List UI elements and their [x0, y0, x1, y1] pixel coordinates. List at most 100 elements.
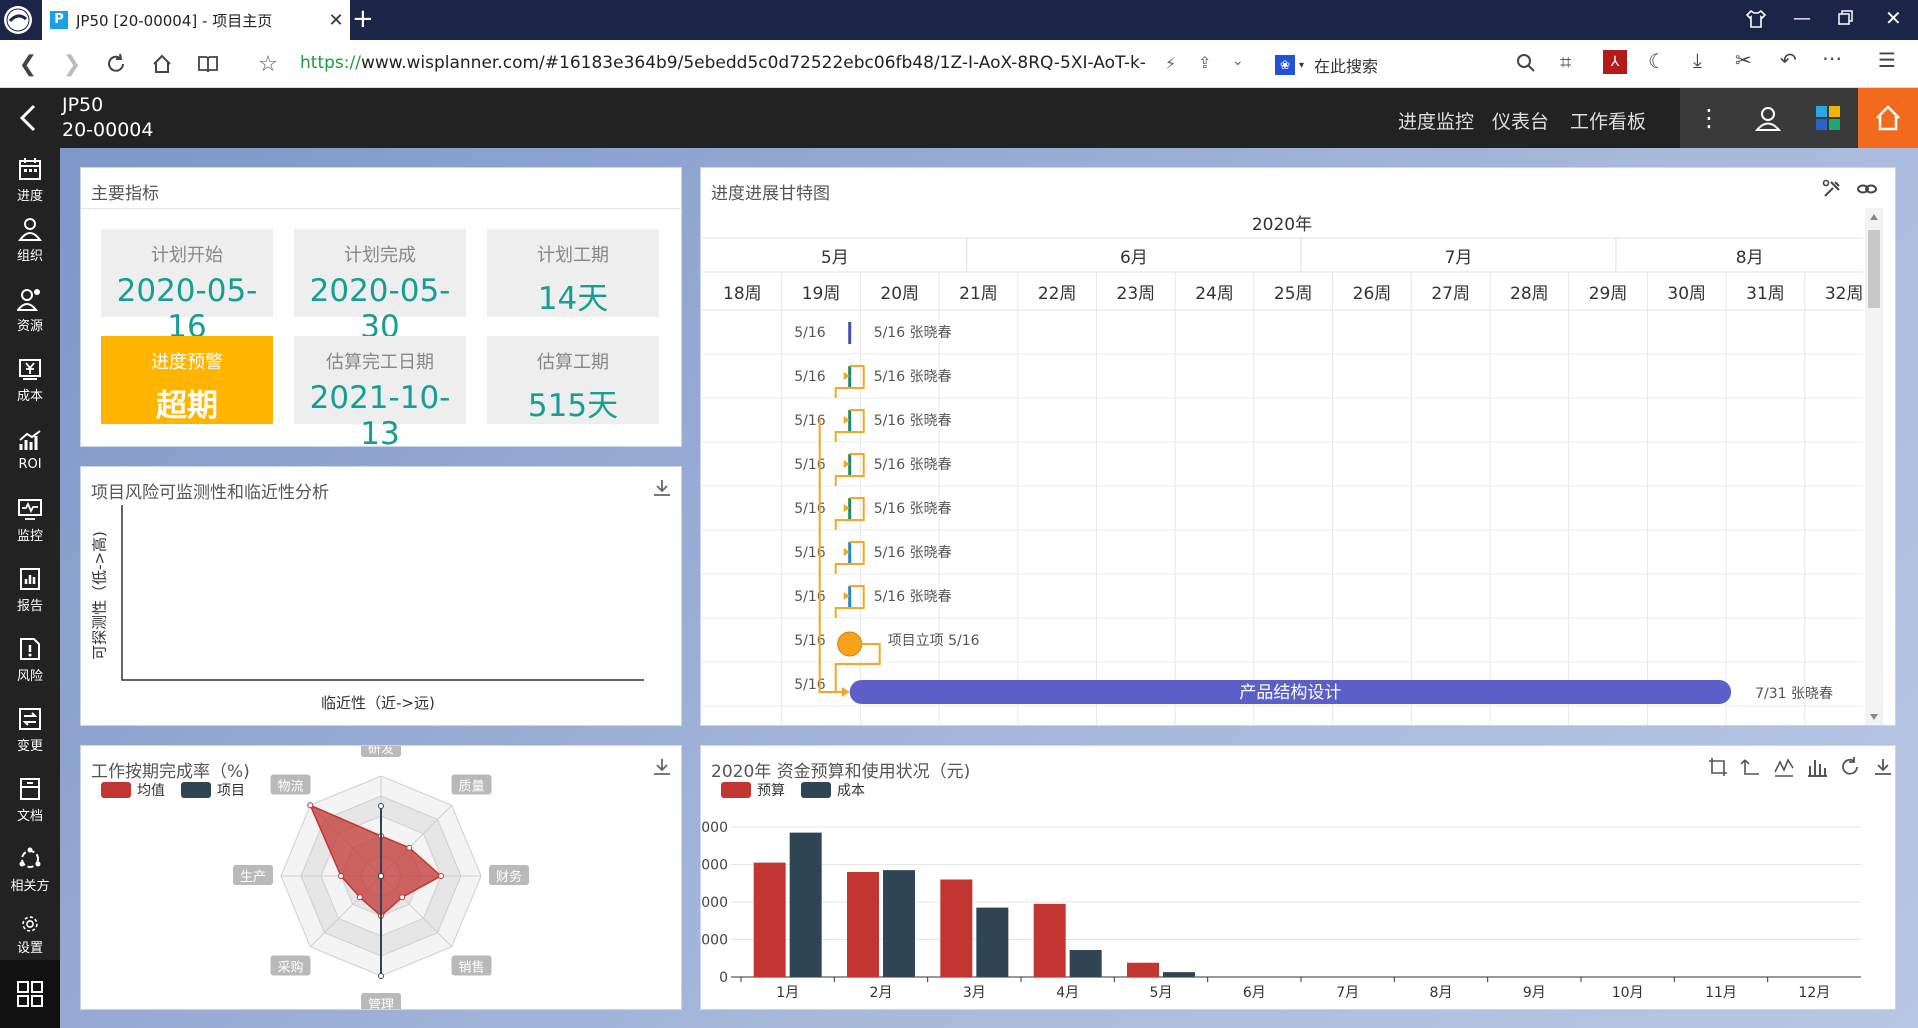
sidebar-item-cost[interactable]: 成本	[0, 350, 60, 410]
gantt-month-label: 6月	[1120, 248, 1148, 268]
back-icon[interactable]: ❮	[12, 48, 44, 80]
budget-bar	[940, 879, 973, 977]
radar-point	[399, 894, 406, 901]
calendar-icon	[19, 158, 41, 180]
gantt-week-label: 32周	[1825, 284, 1864, 304]
sidebar-item-report[interactable]: 报告	[0, 560, 60, 620]
sidebar-item-label: 相关方	[10, 879, 50, 894]
budget-x-label: 9月	[1523, 985, 1546, 1001]
budget-bar	[753, 862, 786, 977]
sidebar-item-monitor[interactable]: 监控	[0, 490, 60, 550]
undo-icon[interactable]: ↶	[1780, 48, 1797, 72]
sidebar-item-org[interactable]: 组织	[0, 210, 60, 270]
restore-icon[interactable]	[1838, 10, 1854, 26]
search-icon[interactable]	[1515, 52, 1537, 74]
gantt-end-date: 5/16 张晓春	[874, 589, 952, 605]
download-icon[interactable]: ⤓	[1693, 48, 1702, 72]
sidebar-item-resource[interactable]: 资源	[0, 280, 60, 340]
report-icon	[20, 568, 40, 590]
kpi-planned-start: 计划开始 2020-05-16	[101, 229, 273, 345]
radar-point	[378, 973, 384, 979]
tools-icon[interactable]	[1821, 178, 1843, 200]
budget-x-label: 4月	[1056, 985, 1079, 1001]
sidebar-item-label: 风险	[16, 669, 43, 684]
menu-grid-icon[interactable]	[0, 960, 60, 1028]
sidebar-item-label: 文档	[16, 809, 43, 824]
gantt-week-label: 26周	[1353, 284, 1392, 304]
sidebar-item-schedule[interactable]: 进度	[0, 150, 60, 210]
radar-panel: 工作按期完成率（%) 均值 项目 研发 质量 财务 销售 管理 采购 生产 物流	[80, 745, 682, 1010]
window-close-icon[interactable]: ✕	[1885, 6, 1902, 30]
browser-logo-icon	[4, 6, 32, 34]
extensions-icon[interactable]: ⌗	[1560, 50, 1571, 74]
favorite-star-icon[interactable]: ☆	[252, 48, 284, 80]
gantt-start-date: 5/16	[794, 633, 826, 649]
user-icon[interactable]	[1738, 88, 1798, 148]
browser-titlebar: P JP50 [20-00004] - 项目主页 ✕ + — ✕	[0, 0, 1918, 40]
sidebar-item-label: 进度	[16, 189, 43, 204]
risk-panel: 项目风险可监测性和临近性分析 临近性（近->远) 可探测性（低->高)	[80, 466, 682, 726]
gantt-week-label: 31周	[1746, 284, 1785, 304]
radar-point	[378, 873, 384, 879]
stakeholder-icon	[19, 847, 41, 868]
project-code: JP50	[62, 94, 104, 116]
nav-work-board[interactable]: 工作看板	[1570, 107, 1646, 134]
engine-dropdown-icon[interactable]: ▾	[1299, 60, 1304, 71]
budget-bar-chart: ,000 ,000 ,000 ,000 0 1月 2月 3月 4月 5月 6月 7月 8月 9月 10月 11…	[701, 820, 1861, 1001]
gantt-end-date: 5/16 张晓春	[874, 325, 952, 341]
new-tab-icon[interactable]: +	[352, 4, 374, 34]
sidebar-item-stakeholder[interactable]: 相关方	[0, 840, 60, 900]
gantt-milestone	[837, 631, 863, 657]
sidebar-item-roi[interactable]: ROI	[0, 420, 60, 480]
home-icon[interactable]	[146, 48, 178, 80]
url-field[interactable]: https://www.wisplanner.com/#16183e364b9/…	[300, 53, 1150, 77]
back-arrow-icon[interactable]	[14, 100, 44, 136]
sidebar-item-docs[interactable]: 文档	[0, 770, 60, 830]
radar-axis-label: 销售	[459, 960, 485, 976]
browser-tab[interactable]: P JP50 [20-00004] - 项目主页 ✕	[42, 0, 350, 40]
reload-icon[interactable]	[100, 48, 132, 80]
reading-mode-icon[interactable]	[192, 48, 224, 80]
gantt-week-label: 28周	[1510, 284, 1549, 304]
risk-x-axis-label: 临近性（近->远)	[321, 694, 435, 712]
shirt-icon[interactable]	[1745, 9, 1769, 31]
more-vertical-icon[interactable]: ⋮	[1680, 88, 1738, 148]
pdf-icon[interactable]: ⅄	[1603, 50, 1627, 74]
budget-bar	[1163, 972, 1195, 977]
gantt-milestone-label: 项目立项 5/16	[888, 633, 980, 649]
screenshot-scissors-icon[interactable]: ✂	[1735, 48, 1752, 72]
gantt-end-date: 5/16 张晓春	[874, 501, 952, 517]
share-icon[interactable]: ⇪	[1198, 53, 1211, 72]
nav-schedule-monitor[interactable]: 进度监控	[1398, 107, 1474, 134]
budget-bar	[1033, 903, 1066, 977]
radar-axis-label: 采购	[277, 960, 303, 976]
radar-point	[338, 873, 344, 879]
kpi-estimated-duration: 估算工期 515天	[487, 336, 659, 424]
gantt-week-label: 19周	[802, 284, 841, 304]
sidebar-toggle-icon[interactable]: ☰	[1878, 48, 1896, 72]
home-button-icon[interactable]	[1858, 88, 1918, 148]
radar-point	[438, 873, 444, 879]
tab-close-icon[interactable]: ✕	[322, 10, 350, 31]
radar-point	[356, 894, 363, 901]
minimize-icon[interactable]: —	[1793, 8, 1811, 29]
change-icon	[19, 708, 41, 730]
sidebar-item-change[interactable]: 变更	[0, 700, 60, 760]
url-dropdown-icon[interactable]: ⌄	[1232, 53, 1244, 69]
link-chain-icon[interactable]	[1856, 178, 1878, 200]
app-grid-icon[interactable]	[1798, 88, 1858, 148]
radar-axis-label: 生产	[240, 870, 266, 885]
sidebar-item-label: 资源	[16, 319, 43, 334]
more-icon[interactable]: ⋯	[1822, 46, 1842, 70]
sidebar-item-settings[interactable]: 设置	[0, 908, 60, 956]
night-mode-icon[interactable]: ☾	[1648, 49, 1666, 73]
nav-dashboard[interactable]: 仪表台	[1492, 107, 1549, 134]
forward-icon[interactable]: ❯	[56, 48, 88, 80]
gear-icon	[22, 916, 38, 932]
budget-y-tick: ,000	[701, 820, 728, 836]
sidebar-item-risk[interactable]: 风险	[0, 630, 60, 690]
gantt-week-label: 24周	[1195, 284, 1234, 304]
gantt-week-label: 25周	[1274, 284, 1313, 304]
search-placeholder: 在此搜索	[1314, 57, 1379, 76]
lightning-icon[interactable]: ⚡	[1165, 54, 1176, 73]
